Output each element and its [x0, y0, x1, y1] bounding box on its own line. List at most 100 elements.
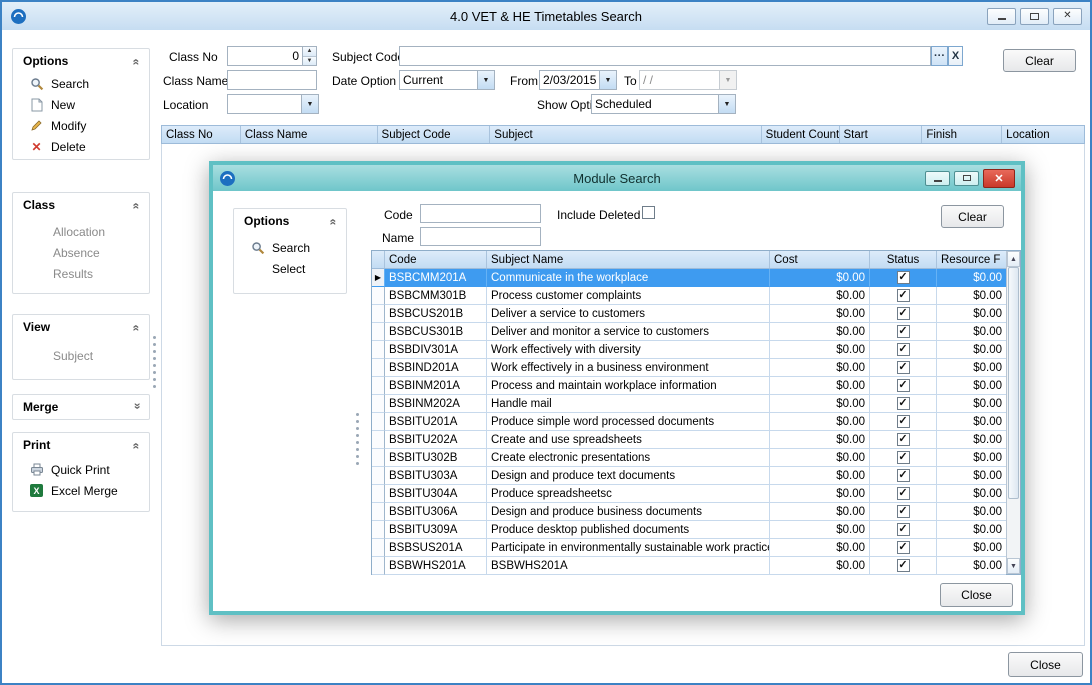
sidebar-item-quick-print[interactable]: Quick Print	[13, 459, 149, 480]
table-row[interactable]: BSBITU304AProduce spreadsheetsc$0.00✓$0.…	[372, 485, 1006, 503]
modal-titlebar[interactable]: Module Search ✕	[213, 165, 1021, 191]
status-checkbox[interactable]: ✓	[897, 361, 910, 374]
table-row[interactable]: BSBDIV301AWork effectively with diversit…	[372, 341, 1006, 359]
subject-code-input[interactable]	[399, 46, 931, 66]
column-header-cost[interactable]: Cost	[770, 251, 870, 268]
table-row[interactable]: ▶BSBCMM201ACommunicate in the workplace$…	[372, 269, 1006, 287]
window-close-action-button[interactable]: Close	[1008, 652, 1083, 677]
table-row[interactable]: BSBINM202AHandle mail$0.00✓$0.00	[372, 395, 1006, 413]
clear-subject-button[interactable]: X	[948, 46, 963, 66]
status-checkbox[interactable]: ✓	[897, 559, 910, 572]
status-checkbox[interactable]: ✓	[897, 307, 910, 320]
modal-splitter[interactable]	[355, 413, 360, 465]
table-row[interactable]: BSBITU306ADesign and produce business do…	[372, 503, 1006, 521]
table-row[interactable]: BSBCUS201BDeliver a service to customers…	[372, 305, 1006, 323]
column-header-resource[interactable]: Resource F	[937, 251, 1006, 268]
panel-options-header[interactable]: Options «	[13, 49, 149, 73]
modal-minimize-button[interactable]	[925, 171, 950, 186]
scrollbar-track[interactable]	[1007, 267, 1020, 558]
name-input[interactable]	[420, 227, 541, 246]
class-no-stepper[interactable]: 0 ▲▼	[227, 46, 317, 66]
sidebar-item-delete[interactable]: ✕ Delete	[13, 136, 149, 157]
scrollbar-thumb[interactable]	[1008, 267, 1019, 499]
column-header-class-name[interactable]: Class Name	[241, 126, 378, 143]
vertical-scrollbar[interactable]: ▲ ▼	[1006, 251, 1020, 574]
sidebar-item-absence[interactable]: Absence	[13, 242, 149, 263]
panel-view-header[interactable]: View «	[13, 315, 149, 339]
status-checkbox[interactable]: ✓	[897, 451, 910, 464]
scroll-up-icon[interactable]: ▲	[1007, 251, 1020, 267]
modal-clear-button[interactable]: Clear	[941, 205, 1004, 228]
status-checkbox[interactable]: ✓	[897, 289, 910, 302]
status-checkbox[interactable]: ✓	[897, 325, 910, 338]
status-checkbox[interactable]: ✓	[897, 433, 910, 446]
column-header-location[interactable]: Location	[1002, 126, 1084, 143]
status-checkbox[interactable]: ✓	[897, 379, 910, 392]
to-date-dropdown[interactable]: / / ▼	[639, 70, 737, 90]
status-checkbox[interactable]: ✓	[897, 487, 910, 500]
class-name-input[interactable]	[227, 70, 317, 90]
table-row[interactable]: BSBCMM301BProcess customer complaints$0.…	[372, 287, 1006, 305]
table-row[interactable]: BSBITU303ADesign and produce text docume…	[372, 467, 1006, 485]
column-header-class-no[interactable]: Class No	[162, 126, 241, 143]
table-row[interactable]: BSBITU309AProduce desktop published docu…	[372, 521, 1006, 539]
chevron-down-icon[interactable]: ▼	[599, 71, 616, 89]
sidebar-item-new[interactable]: New	[13, 94, 149, 115]
sidebar-item-allocation[interactable]: Allocation	[13, 221, 149, 242]
status-checkbox[interactable]: ✓	[897, 415, 910, 428]
scroll-down-icon[interactable]: ▼	[1007, 558, 1020, 574]
chevron-down-icon[interactable]: ▼	[718, 95, 735, 113]
sidebar-item-subject[interactable]: Subject	[13, 345, 149, 366]
sidebar-splitter[interactable]	[152, 336, 157, 388]
panel-print-header[interactable]: Print «	[13, 433, 149, 457]
column-header-finish[interactable]: Finish	[922, 126, 1002, 143]
close-button[interactable]: ✕	[1053, 8, 1082, 25]
status-checkbox[interactable]: ✓	[897, 469, 910, 482]
date-option-dropdown[interactable]: Current ▼	[399, 70, 495, 90]
column-header-subject-name[interactable]: Subject Name	[487, 251, 770, 268]
minimize-button[interactable]	[987, 8, 1016, 25]
show-option-dropdown[interactable]: Scheduled ▼	[591, 94, 736, 114]
table-row[interactable]: BSBCUS301BDeliver and monitor a service …	[372, 323, 1006, 341]
modal-item-select[interactable]: Select	[234, 258, 346, 279]
modal-close-action-button[interactable]: Close	[940, 583, 1013, 607]
sidebar-item-search[interactable]: Search	[13, 73, 149, 94]
sidebar-item-modify[interactable]: Modify	[13, 115, 149, 136]
status-checkbox[interactable]: ✓	[897, 523, 910, 536]
table-row[interactable]: BSBWHS201ABSBWHS201A$0.00✓$0.00	[372, 557, 1006, 575]
from-date-dropdown[interactable]: 2/03/2015 ▼	[539, 70, 617, 90]
panel-class-header[interactable]: Class «	[13, 193, 149, 217]
code-input[interactable]	[420, 204, 541, 223]
spin-up-icon[interactable]: ▲	[303, 47, 316, 57]
status-checkbox[interactable]: ✓	[897, 343, 910, 356]
column-header-student-count[interactable]: Student Count	[762, 126, 840, 143]
status-checkbox[interactable]: ✓	[897, 541, 910, 554]
chevron-down-icon[interactable]: ▼	[477, 71, 494, 89]
column-header-subject[interactable]: Subject	[490, 126, 761, 143]
table-row[interactable]: BSBITU201AProduce simple word processed …	[372, 413, 1006, 431]
table-row[interactable]: BSBINM201AProcess and maintain workplace…	[372, 377, 1006, 395]
sidebar-item-excel-merge[interactable]: X Excel Merge	[13, 480, 149, 501]
include-deleted-checkbox[interactable]	[642, 206, 655, 219]
modal-item-search[interactable]: Search	[234, 237, 346, 258]
maximize-button[interactable]	[1020, 8, 1049, 25]
modal-close-button[interactable]: ✕	[983, 169, 1015, 188]
column-header-status[interactable]: Status	[870, 251, 937, 268]
chevron-down-icon[interactable]: ▼	[301, 95, 318, 113]
modal-panel-options-header[interactable]: Options «	[234, 209, 346, 233]
panel-merge-header[interactable]: Merge «	[13, 395, 149, 419]
table-row[interactable]: BSBITU302BCreate electronic presentation…	[372, 449, 1006, 467]
browse-button[interactable]: ···	[931, 46, 948, 66]
location-dropdown[interactable]: ▼	[227, 94, 319, 114]
column-header-code[interactable]: Code	[385, 251, 487, 268]
column-header-subject-code[interactable]: Subject Code	[378, 126, 491, 143]
table-row[interactable]: BSBSUS201AParticipate in environmentally…	[372, 539, 1006, 557]
table-row[interactable]: BSBIND201AWork effectively in a business…	[372, 359, 1006, 377]
modal-maximize-button[interactable]	[954, 171, 979, 186]
column-header-start[interactable]: Start	[840, 126, 923, 143]
spin-down-icon[interactable]: ▼	[303, 57, 316, 66]
window-titlebar[interactable]: 4.0 VET & HE Timetables Search ✕	[2, 2, 1090, 30]
table-row[interactable]: BSBITU202ACreate and use spreadsheets$0.…	[372, 431, 1006, 449]
status-checkbox[interactable]: ✓	[897, 271, 910, 284]
clear-button[interactable]: Clear	[1003, 49, 1076, 72]
